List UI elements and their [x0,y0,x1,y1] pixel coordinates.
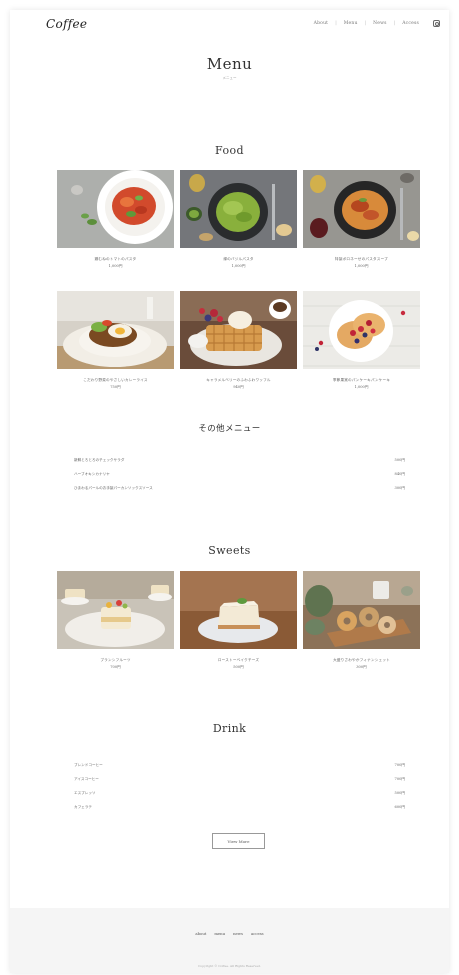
menu-item-name: エスプレッソ [74,790,96,795]
menu-item-price: 300円 [394,485,405,490]
food-price: 1,000円 [354,264,369,268]
page-title: Menu [206,55,253,73]
food-card[interactable]: 鶏むねのトマトのパスタ 1,000円 [57,170,174,269]
site-footer: about menu news access Copyright © Coffe… [10,908,449,973]
menu-item-name: カフェラテ [74,804,92,809]
food-card[interactable]: 季節果実のパンケーキパンケーキ 1,000円 [303,291,420,390]
drink-section-title: Drink [212,722,247,735]
list-item[interactable]: エスプレッソ 500円 [74,786,405,800]
food-photo-basil-pasta [180,170,297,248]
nav-access[interactable]: Access [402,21,419,26]
food-card[interactable]: キャラメルベリーのふわふわワッフル 940円 [180,291,297,390]
food-price: 940円 [233,385,244,389]
food-name: 緑のバジルパスタ [223,257,254,261]
sweets-price: 300円 [356,665,367,669]
food-card[interactable]: 緑のバジルパスタ 1,000円 [180,170,297,269]
list-item[interactable]: ブレンドコーヒー 700円 [74,758,405,772]
menu-item-name: ひまわるパールのお手製パーカンソックスソース [74,485,153,490]
copyright: Copyright © Coffee. All Rights Reserved. [198,964,261,968]
sweets-photo-donuts [303,571,420,649]
food-card[interactable]: こだわり野菜のやさしいカレーライス 750円 [57,291,174,390]
menu-item-price: 500円 [394,790,405,795]
nav-about[interactable]: About [314,21,329,26]
menu-item-price: 840円 [394,471,405,476]
menu-item-name: アイスコーヒー [74,776,99,781]
food-name: 鶏むねのトマトのパスタ [94,257,137,261]
food-name: 特製ボロネーゼのパスタスープ [335,257,388,261]
sweets-name: ローストーベイクチーズ [217,658,260,662]
logo[interactable]: Coffee [46,17,87,31]
footer-link-about[interactable]: about [195,931,206,936]
menu-item-name: 新鮮とろとろのチェックサラダ [74,457,125,462]
food-name: 季節果実のパンケーキパンケーキ [332,378,391,382]
nav-divider: | [364,21,367,26]
sweets-name: ブランシフルーツ [100,658,131,662]
page: Coffee About | Menu | News | Access Menu… [10,10,449,973]
food-price: 1,000円 [354,385,369,389]
food-photo-tomato-pasta [57,170,174,248]
instagram-icon[interactable] [433,20,440,27]
food-photo-bolognese [303,170,420,248]
menu-item-price: 700円 [394,762,405,767]
list-item[interactable]: アイスコーヒー 700円 [74,772,405,786]
menu-item-price: 500円 [394,457,405,462]
list-item[interactable]: カフェラテ 600円 [74,800,405,814]
sweets-card[interactable]: 大盛りさわやかフィナンシェット 300円 [303,571,420,670]
food-card[interactable]: 特製ボロネーゼのパスタスープ 1,000円 [303,170,420,269]
sweets-card[interactable]: ローストーベイクチーズ 500円 [180,571,297,670]
menu-item-name: ブレンドコーヒー [74,762,103,767]
list-item[interactable]: 新鮮とろとろのチェックサラダ 500円 [74,453,405,467]
food-name: こだわり野菜のやさしいカレーライス [83,378,148,382]
footer-link-news[interactable]: news [233,931,243,936]
food-section-title: Food [215,144,244,157]
drink-menu-list: ブレンドコーヒー 700円 アイスコーヒー 700円 エスプレッソ 500円 カ… [74,758,405,814]
nav-divider: | [393,21,396,26]
menu-item-price: 600円 [394,804,405,809]
other-menu-list: 新鮮とろとろのチェックサラダ 500円 ハーブオキシカナリヤ 840円 ひまわる… [74,453,405,495]
nav-divider: | [335,21,337,26]
sweets-card[interactable]: ブランシフルーツ 700円 [57,571,174,670]
global-nav: About | Menu | News | Access [314,21,419,26]
sweets-photo-fruit-cake [57,571,174,649]
view-more-button[interactable]: View More [212,833,265,849]
nav-news[interactable]: News [373,21,387,26]
food-price: 1,000円 [108,264,123,268]
sweets-price: 700円 [110,665,121,669]
list-item[interactable]: ひまわるパールのお手製パーカンソックスソース 300円 [74,481,405,495]
food-photo-waffle [180,291,297,369]
food-price: 750円 [110,385,121,389]
site-header: Coffee About | Menu | News | Access [10,10,449,44]
food-price: 1,000円 [231,264,246,268]
nav-menu[interactable]: Menu [344,21,358,26]
menu-item-name: ハーブオキシカナリヤ [74,471,110,476]
menu-item-price: 700円 [394,776,405,781]
food-photo-pancake [303,291,420,369]
sweets-photo-cheesecake [180,571,297,649]
footer-link-menu[interactable]: menu [214,931,225,936]
food-name: キャラメルベリーのふわふわワッフル [206,378,271,382]
sweets-price: 500円 [233,665,244,669]
sweets-section-title: Sweets [208,544,251,557]
sweets-name: 大盛りさわやかフィナンシェット [333,658,390,662]
list-item[interactable]: ハーブオキシカナリヤ 840円 [74,467,405,481]
other-menu-title: その他メニュー [198,424,261,434]
footer-link-access[interactable]: access [251,931,264,936]
food-photo-curry [57,291,174,369]
page-subtitle: メニュー [222,76,237,80]
footer-nav: about menu news access [10,931,449,936]
